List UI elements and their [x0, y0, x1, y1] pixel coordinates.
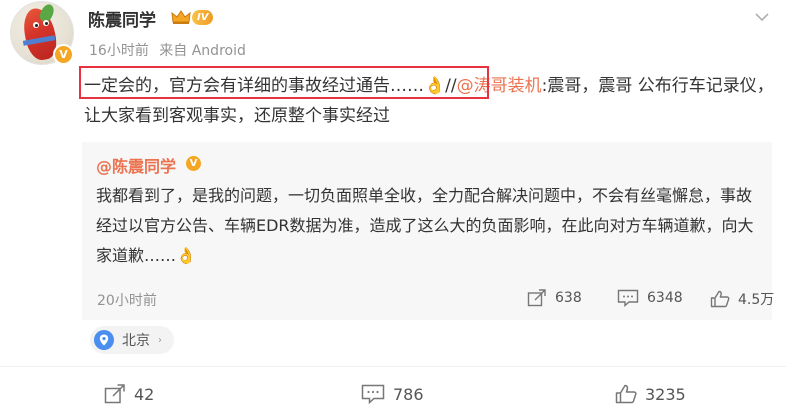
repost-time: 20小时前 — [97, 293, 157, 309]
author-name[interactable]: 陈震同学 — [88, 6, 156, 31]
repost-share-button[interactable]: 638 — [527, 289, 582, 307]
share-count: 42 — [134, 384, 155, 404]
avatar-eye-left — [33, 22, 39, 28]
share-icon — [527, 289, 546, 307]
post-time: 16小时前 — [89, 43, 149, 59]
repost-comment-button[interactable]: 6348 — [617, 289, 683, 307]
comment-icon — [617, 289, 639, 307]
like-count: 3235 — [645, 384, 686, 404]
repost-comment-count: 6348 — [647, 290, 683, 306]
thumbs-up-icon — [710, 290, 730, 308]
crown-icon — [171, 10, 191, 24]
chevron-down-icon[interactable] — [755, 12, 769, 22]
divider — [0, 366, 786, 367]
level-badge: IV — [192, 10, 214, 25]
share-button[interactable]: 42 — [104, 384, 154, 404]
comment-button[interactable]: 786 — [361, 384, 424, 404]
location-pin-icon — [94, 330, 114, 350]
repost-share-count: 638 — [555, 290, 582, 306]
share-icon — [104, 384, 125, 404]
thumbs-up-icon — [615, 384, 637, 404]
repost-ok-hand-emoji-icon: 👌 — [176, 246, 196, 265]
verified-badge-icon: V — [53, 44, 74, 65]
post-source: 来自 Android — [159, 43, 246, 59]
comment-count: 786 — [393, 384, 424, 404]
chevron-right-icon: › — [158, 334, 162, 346]
repost-text: 我都看到了，是我的问题，一切负面照单全收，全力配合解决问题中，不会有丝毫懈怠，事… — [96, 181, 764, 271]
location-tag[interactable]: 北京 › — [90, 326, 174, 354]
like-button[interactable]: 3235 — [615, 384, 686, 404]
avatar-eye-right — [43, 20, 49, 26]
post-meta: 16小时前 来自 Android — [89, 40, 252, 60]
highlight-box — [79, 66, 489, 99]
repost-like-count: 4.5万 — [738, 292, 775, 308]
repost-verified-badge-icon: V — [186, 156, 201, 171]
comment-icon — [361, 384, 385, 404]
repost-like-button[interactable]: 4.5万 — [710, 289, 774, 309]
repost-author[interactable]: @陈震同学 — [96, 153, 176, 177]
location-label: 北京 — [122, 333, 150, 349]
